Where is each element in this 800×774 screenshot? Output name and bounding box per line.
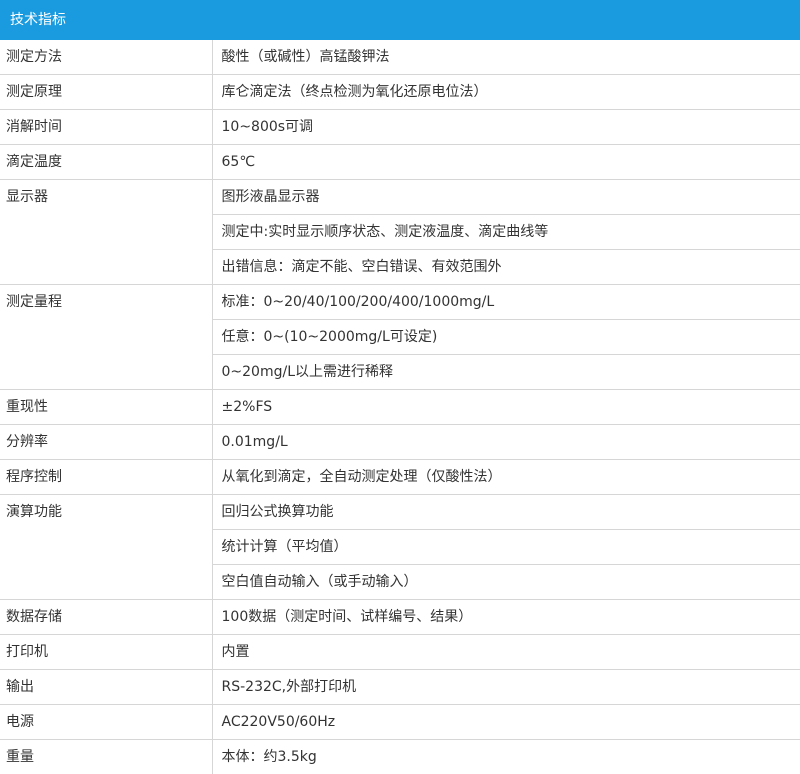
spec-value: 从氧化到滴定，全自动测定处理（仅酸性法）	[212, 460, 800, 495]
spec-label: 打印机	[0, 635, 212, 670]
table-row: 滴定温度65℃	[0, 145, 800, 180]
spec-label: 滴定温度	[0, 145, 212, 180]
table-row: 打印机内置	[0, 635, 800, 670]
spec-value: 65℃	[212, 145, 800, 180]
table-row: 重量本体：约3.5kg	[0, 740, 800, 774]
spec-label: 重现性	[0, 390, 212, 425]
spec-value: 库仑滴定法（终点检测为氧化还原电位法）	[212, 75, 800, 110]
spec-value: 图形液晶显示器	[212, 180, 800, 215]
spec-value: 回归公式换算功能	[212, 495, 800, 530]
spec-value: 0~20mg/L以上需进行稀释	[212, 355, 800, 390]
spec-value: 统计计算（平均值）	[212, 530, 800, 565]
header-title: 技术指标	[10, 12, 66, 28]
spec-label: 演算功能	[0, 495, 212, 600]
table-row: 输出RS-232C,外部打印机	[0, 670, 800, 705]
spec-label: 输出	[0, 670, 212, 705]
table-header: 技术指标	[0, 0, 800, 40]
spec-label: 显示器	[0, 180, 212, 285]
spec-value: 0.01mg/L	[212, 425, 800, 460]
spec-value: 空白值自动输入（或手动输入）	[212, 565, 800, 600]
spec-label: 分辨率	[0, 425, 212, 460]
table-row: 测定方法酸性（或碱性）高锰酸钾法	[0, 40, 800, 75]
table-row: 重现性±2%FS	[0, 390, 800, 425]
table-row: 测定原理库仑滴定法（终点检测为氧化还原电位法）	[0, 75, 800, 110]
spec-table: 测定方法酸性（或碱性）高锰酸钾法测定原理库仑滴定法（终点检测为氧化还原电位法）消…	[0, 40, 800, 774]
spec-value: RS-232C,外部打印机	[212, 670, 800, 705]
spec-value: ±2%FS	[212, 390, 800, 425]
spec-value: 标准：0~20/40/100/200/400/1000mg/L	[212, 285, 800, 320]
table-row: 数据存储100数据（测定时间、试样编号、结果）	[0, 600, 800, 635]
spec-label: 测定原理	[0, 75, 212, 110]
spec-value: 任意：0~(10~2000mg/L可设定)	[212, 320, 800, 355]
spec-value: 10~800s可调	[212, 110, 800, 145]
table-row: 显示器图形液晶显示器	[0, 180, 800, 215]
spec-value: AC220V50/60Hz	[212, 705, 800, 740]
table-row: 演算功能回归公式换算功能	[0, 495, 800, 530]
spec-value: 出错信息：滴定不能、空白错误、有效范围外	[212, 250, 800, 285]
spec-value: 100数据（测定时间、试样编号、结果）	[212, 600, 800, 635]
spec-label: 数据存储	[0, 600, 212, 635]
spec-label: 电源	[0, 705, 212, 740]
spec-value: 测定中:实时显示顺序状态、测定液温度、滴定曲线等	[212, 215, 800, 250]
spec-label: 测定量程	[0, 285, 212, 390]
spec-label: 重量	[0, 740, 212, 774]
table-row: 电源AC220V50/60Hz	[0, 705, 800, 740]
table-row: 程序控制从氧化到滴定，全自动测定处理（仅酸性法）	[0, 460, 800, 495]
spec-label: 程序控制	[0, 460, 212, 495]
spec-value: 本体：约3.5kg	[212, 740, 800, 774]
spec-value: 内置	[212, 635, 800, 670]
spec-value: 酸性（或碱性）高锰酸钾法	[212, 40, 800, 75]
spec-label: 测定方法	[0, 40, 212, 75]
table-row: 测定量程标准：0~20/40/100/200/400/1000mg/L	[0, 285, 800, 320]
table-row: 消解时间10~800s可调	[0, 110, 800, 145]
spec-label: 消解时间	[0, 110, 212, 145]
table-row: 分辨率0.01mg/L	[0, 425, 800, 460]
